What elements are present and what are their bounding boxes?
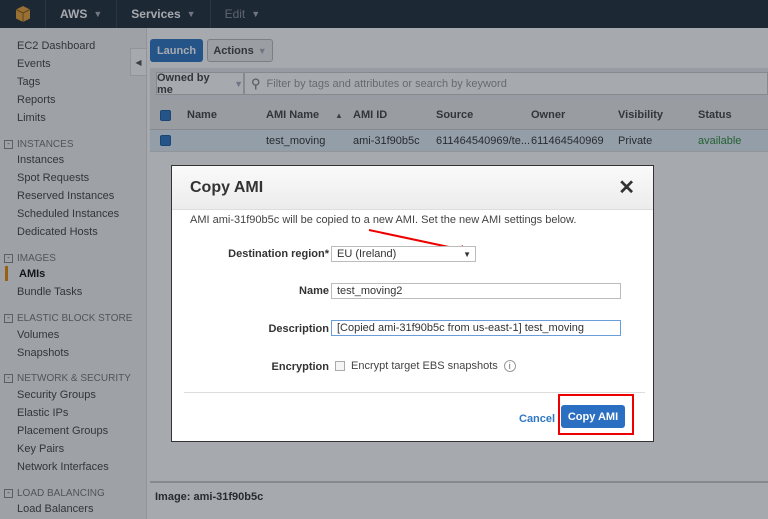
dialog-header: Copy AMI ✕ — [172, 166, 653, 210]
description-input[interactable]: [Copied ami-31f90b5c from us-east-1] tes… — [331, 320, 621, 336]
close-icon[interactable]: ✕ — [618, 175, 635, 200]
encryption-label: Encryption — [271, 361, 329, 373]
name-label: Name — [299, 285, 329, 297]
encryption-option: Encrypt target EBS snapshots i — [335, 360, 516, 372]
destination-region-select[interactable]: EU (Ireland) ▼ — [331, 246, 476, 262]
encrypt-checkbox[interactable] — [335, 361, 345, 371]
encrypt-checkbox-label[interactable]: Encrypt target EBS snapshots — [351, 360, 498, 372]
red-highlight-box — [558, 394, 634, 435]
destination-region-label: Destination region* — [228, 248, 329, 260]
name-input[interactable]: test_moving2 — [331, 283, 621, 299]
info-icon[interactable]: i — [503, 360, 516, 372]
dropdown-arrow-icon: ▼ — [463, 249, 471, 259]
cancel-button[interactable]: Cancel — [519, 413, 555, 425]
destination-region-value: EU (Ireland) — [337, 248, 397, 260]
dialog-title: Copy AMI — [190, 178, 264, 196]
dialog-intro: AMI ami-31f90b5c will be copied to a new… — [190, 214, 577, 226]
copy-ami-dialog: Copy AMI ✕ AMI ami-31f90b5c will be copi… — [171, 165, 654, 442]
dialog-divider — [184, 392, 645, 393]
description-label: Description — [268, 323, 329, 335]
